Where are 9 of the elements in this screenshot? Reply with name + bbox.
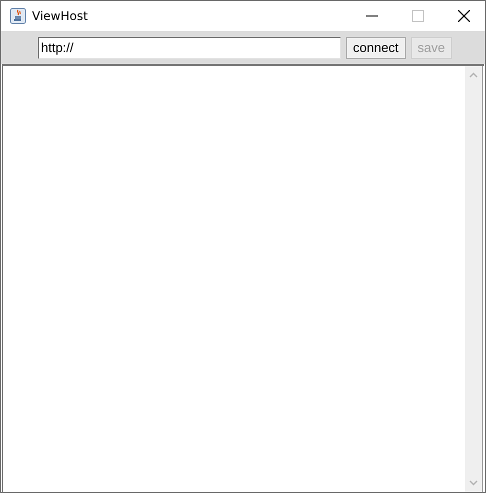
toolbar-button[interactable]: connect	[346, 36, 406, 58]
scrollbar[interactable]	[465, 66, 483, 492]
cup-icon	[10, 8, 26, 24]
url-field[interactable]: http://	[38, 36, 341, 58]
scroll-down-icon[interactable]	[469, 480, 478, 486]
window-title: ViewHost	[32, 9, 88, 23]
close-icon[interactable]	[458, 10, 470, 22]
maximize-icon[interactable]	[412, 10, 424, 22]
scroll-up-icon[interactable]	[469, 72, 478, 78]
